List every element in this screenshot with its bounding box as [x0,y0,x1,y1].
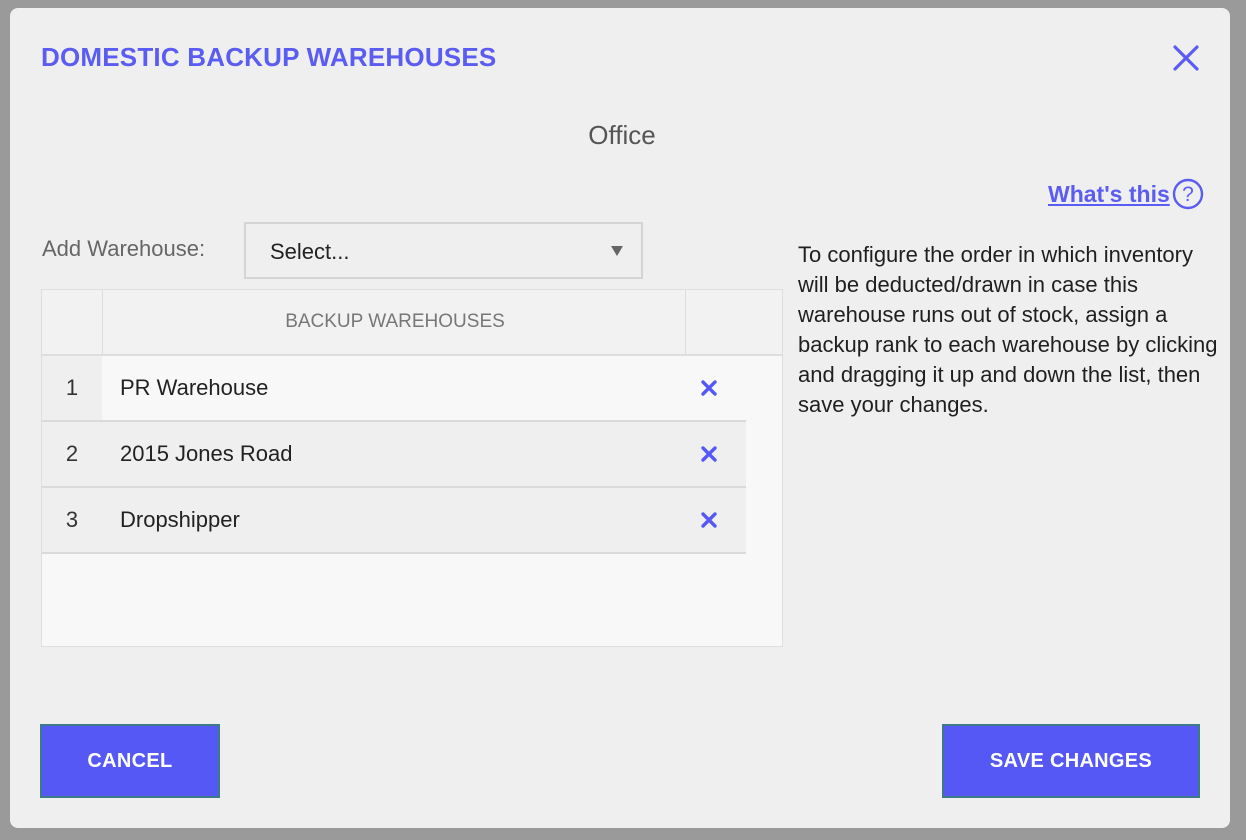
table-row[interactable]: 2 2015 Jones Road [42,422,746,488]
row-warehouse-name: 2015 Jones Road [102,422,746,486]
question-circle-icon: ? [1172,178,1203,210]
column-header-backup-warehouses: BACKUP WAREHOUSES [285,311,505,332]
warehouse-name-subtitle: Office [588,120,656,150]
remove-row-button[interactable] [700,445,718,463]
dialog-title: DOMESTIC BACKUP WAREHOUSES [41,42,497,72]
select-value: Select... [270,239,350,264]
row-warehouse-name: PR Warehouse [102,356,746,420]
row-warehouse-name: Dropshipper [102,488,746,552]
remove-icon [701,446,717,462]
svg-text:?: ? [1182,183,1194,206]
cancel-button[interactable]: CANCEL [40,724,220,798]
add-warehouse-select[interactable]: Select... [244,222,643,279]
table-row[interactable]: 1 PR Warehouse [42,356,746,422]
remove-row-button[interactable] [700,379,718,397]
row-rank: 2 [42,422,102,486]
close-button[interactable] [1170,42,1202,74]
row-rank: 1 [42,356,102,420]
close-icon [1173,45,1199,71]
save-changes-button[interactable]: SAVE CHANGES [942,724,1200,798]
whats-this-label: What's this [1048,180,1170,207]
backup-warehouses-table: BACKUP WAREHOUSES 1 PR Warehouse 2 2015 … [41,289,783,647]
backup-warehouses-dialog: DOMESTIC BACKUP WAREHOUSES Office What's… [10,8,1230,828]
remove-icon [701,380,717,396]
remove-icon [701,512,717,528]
remove-row-button[interactable] [700,511,718,529]
add-warehouse-label: Add Warehouse: [42,236,206,261]
caret-down-icon [611,246,623,256]
column-divider [685,290,686,354]
column-divider [102,290,103,354]
whats-this-link[interactable]: What's this ? [1048,178,1204,210]
row-rank: 3 [42,488,102,552]
instructions-text: To configure the order in which inventor… [798,242,1218,417]
table-header: BACKUP WAREHOUSES [42,290,782,356]
table-row[interactable]: 3 Dropshipper [42,488,746,554]
